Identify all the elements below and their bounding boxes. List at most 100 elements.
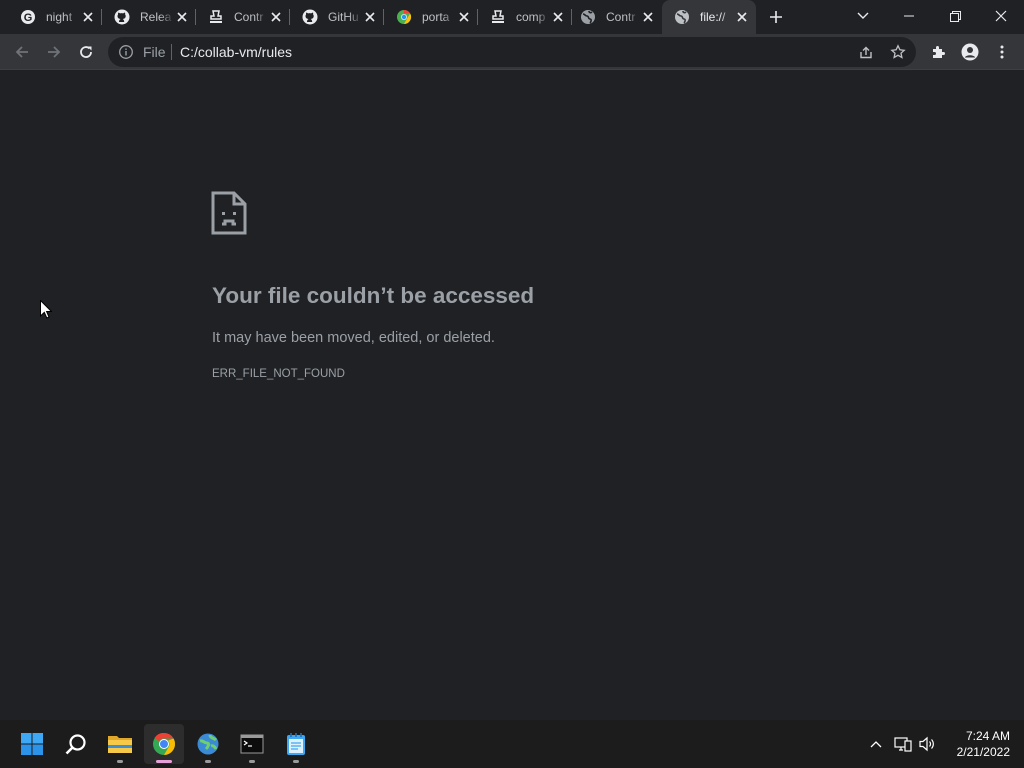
tab-5-close-icon[interactable]	[456, 9, 472, 25]
github-icon	[114, 9, 130, 25]
plus-icon	[770, 11, 782, 23]
terminal-icon	[240, 734, 264, 754]
info-icon[interactable]	[118, 44, 134, 65]
scheme-chip[interactable]: File	[143, 44, 166, 60]
chip-divider	[171, 44, 172, 60]
taskbar	[0, 720, 1024, 768]
globe-icon	[580, 9, 596, 25]
google-icon: G	[20, 9, 36, 25]
menu-button[interactable]	[988, 38, 1016, 66]
error-code: ERR_FILE_NOT_FOUND	[212, 368, 345, 380]
running-indicator	[117, 760, 123, 763]
show-hidden-icons-button[interactable]	[864, 732, 888, 756]
tab-6-close-icon[interactable]	[550, 9, 566, 25]
error-page: Your file couldn’t be accessed It may ha…	[0, 71, 1024, 720]
avatar-icon	[961, 43, 979, 61]
tab-3-title: Contr	[234, 10, 264, 24]
tab-search-button[interactable]	[840, 0, 886, 32]
stamp-icon	[208, 9, 224, 25]
chevron-up-icon	[870, 741, 882, 748]
tab-1[interactable]: G night	[8, 0, 102, 34]
arrow-left-icon	[15, 46, 28, 58]
github-icon	[302, 9, 318, 25]
chrome-web-icon	[396, 9, 412, 25]
volume-button[interactable]	[916, 732, 940, 756]
restore-icon	[949, 10, 961, 22]
tab-4[interactable]: GitHu	[290, 0, 384, 34]
clock-date: 2/21/2022	[956, 745, 1010, 759]
tab-8-close-icon[interactable]	[734, 9, 750, 25]
star-icon	[890, 44, 906, 59]
file-explorer-button[interactable]	[100, 724, 140, 764]
tab-5[interactable]: porta	[384, 0, 478, 34]
globe-app-icon	[197, 733, 219, 755]
volume-icon	[919, 736, 934, 752]
minimize-button[interactable]	[886, 0, 932, 32]
running-indicator	[293, 760, 299, 763]
reload-icon	[80, 46, 92, 58]
chrome-icon	[153, 732, 175, 755]
sad-file-icon	[210, 191, 248, 240]
tab-7[interactable]: Contr	[568, 0, 662, 34]
start-icon	[21, 733, 43, 755]
tab-8-title: file://	[700, 10, 726, 24]
arrow-right-icon	[48, 46, 61, 58]
chrome-taskbar-button[interactable]	[144, 724, 184, 764]
tab-7-close-icon[interactable]	[640, 9, 656, 25]
active-indicator	[156, 760, 172, 763]
notepad-button[interactable]	[276, 724, 316, 764]
running-indicator	[249, 760, 255, 763]
tab-3-close-icon[interactable]	[268, 9, 284, 25]
close-window-button[interactable]	[978, 0, 1024, 32]
clock-time: 7:24 AM	[965, 729, 1010, 743]
profile-button[interactable]	[956, 38, 984, 66]
restore-button[interactable]	[932, 0, 978, 32]
tab-7-title: Contr	[606, 10, 636, 24]
tab-2[interactable]: Relea	[102, 0, 196, 34]
extensions-button[interactable]	[924, 38, 952, 66]
network-icon	[894, 737, 912, 752]
tab-6-title: comp	[516, 10, 546, 24]
tab-1-close-icon[interactable]	[80, 9, 96, 25]
chevron-down-icon	[857, 12, 869, 19]
mouse-pointer-icon	[40, 299, 53, 324]
tab-4-title: GitHu	[328, 10, 359, 24]
error-heading: Your file couldn’t be accessed	[212, 283, 535, 308]
network-button[interactable]	[891, 732, 915, 756]
stamp-icon	[490, 9, 506, 25]
close-icon	[995, 10, 1007, 22]
running-indicator	[205, 760, 211, 763]
globe-icon	[674, 9, 690, 25]
share-icon	[860, 46, 872, 59]
back-button[interactable]	[8, 38, 36, 66]
terminal-button[interactable]	[232, 724, 272, 764]
tab-2-close-icon[interactable]	[174, 9, 190, 25]
tab-6[interactable]: comp	[478, 0, 572, 34]
file-explorer-icon	[108, 736, 132, 753]
tab-8-active[interactable]: file://	[662, 0, 756, 34]
start-button[interactable]	[12, 724, 52, 764]
taskbar-search-button[interactable]	[56, 724, 96, 764]
bookmark-button[interactable]	[884, 38, 912, 66]
tab-strip: G night Relea Contr GitHu porta comp Con…	[0, 0, 1024, 34]
minimize-icon	[904, 15, 914, 17]
forward-button[interactable]	[40, 38, 68, 66]
browser-toolbar: File C:/collab-vm/rules	[0, 34, 1024, 70]
globe-app-button[interactable]	[188, 724, 228, 764]
svg-text:G: G	[24, 12, 33, 24]
kebab-menu-icon	[1000, 45, 1004, 59]
tab-2-title: Relea	[140, 10, 172, 24]
new-tab-button[interactable]	[764, 5, 788, 29]
puzzle-icon	[933, 46, 945, 58]
notepad-icon	[287, 733, 305, 755]
tab-4-close-icon[interactable]	[362, 9, 378, 25]
error-message: It may have been moved, edited, or delet…	[212, 330, 495, 346]
share-button[interactable]	[852, 38, 880, 66]
address-bar[interactable]: File C:/collab-vm/rules	[108, 37, 916, 67]
search-icon	[65, 734, 86, 755]
reload-button[interactable]	[72, 38, 100, 66]
url-text[interactable]: C:/collab-vm/rules	[180, 44, 292, 60]
tab-3[interactable]: Contr	[196, 0, 290, 34]
tab-5-title: porta	[422, 10, 450, 24]
clock[interactable]: 7:24 AM 2/21/2022	[946, 728, 1010, 760]
